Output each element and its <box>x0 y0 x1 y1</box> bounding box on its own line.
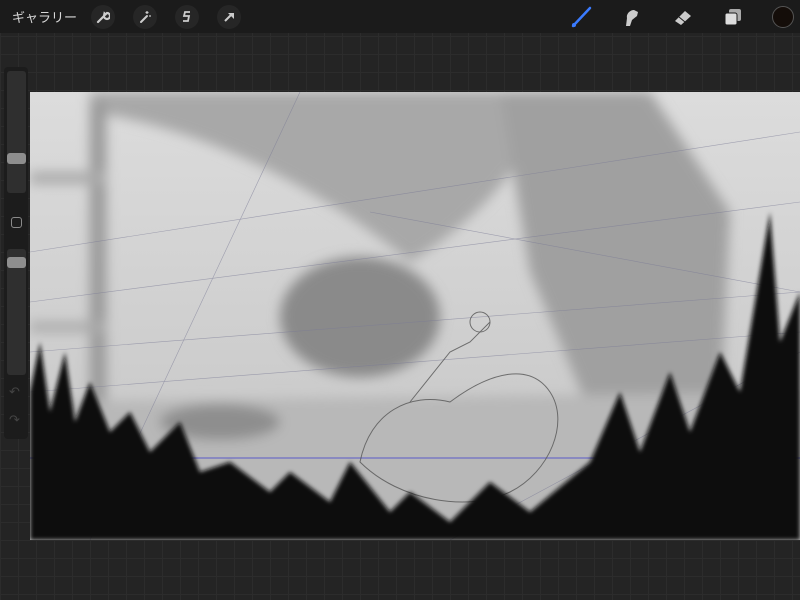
eraser-icon <box>675 11 691 25</box>
undo-icon[interactable]: ↶ <box>9 385 20 400</box>
brush-icon <box>571 6 592 28</box>
sidebar: ↶ ↷ <box>4 67 28 439</box>
redo-icon[interactable]: ↷ <box>9 413 20 428</box>
color-picker-button[interactable] <box>772 6 794 28</box>
transform-button[interactable] <box>217 4 242 29</box>
brush-size-slider[interactable] <box>7 71 26 193</box>
selection-button[interactable] <box>175 4 200 29</box>
paint-tool-button[interactable] <box>568 4 594 30</box>
modify-button[interactable] <box>11 217 22 228</box>
artwork <box>30 92 800 540</box>
adjustments-button[interactable] <box>133 4 158 29</box>
layers-button[interactable] <box>720 4 746 30</box>
opacity-thumb[interactable] <box>7 257 26 269</box>
wrench-icon <box>96 10 111 23</box>
smudge-tool-button[interactable] <box>618 4 644 30</box>
transform-arrow-icon <box>224 12 235 22</box>
drawing-canvas[interactable] <box>30 92 800 540</box>
layers-icon <box>724 9 741 26</box>
magic-wand-icon <box>140 10 151 23</box>
actions-button[interactable] <box>91 4 116 29</box>
smudge-icon <box>626 10 638 26</box>
eraser-tool-button[interactable] <box>670 4 696 30</box>
selection-icon <box>182 10 191 22</box>
opacity-slider[interactable] <box>7 249 26 375</box>
gallery-button[interactable]: ギャラリー <box>12 7 77 26</box>
brush-size-thumb[interactable] <box>7 153 26 165</box>
